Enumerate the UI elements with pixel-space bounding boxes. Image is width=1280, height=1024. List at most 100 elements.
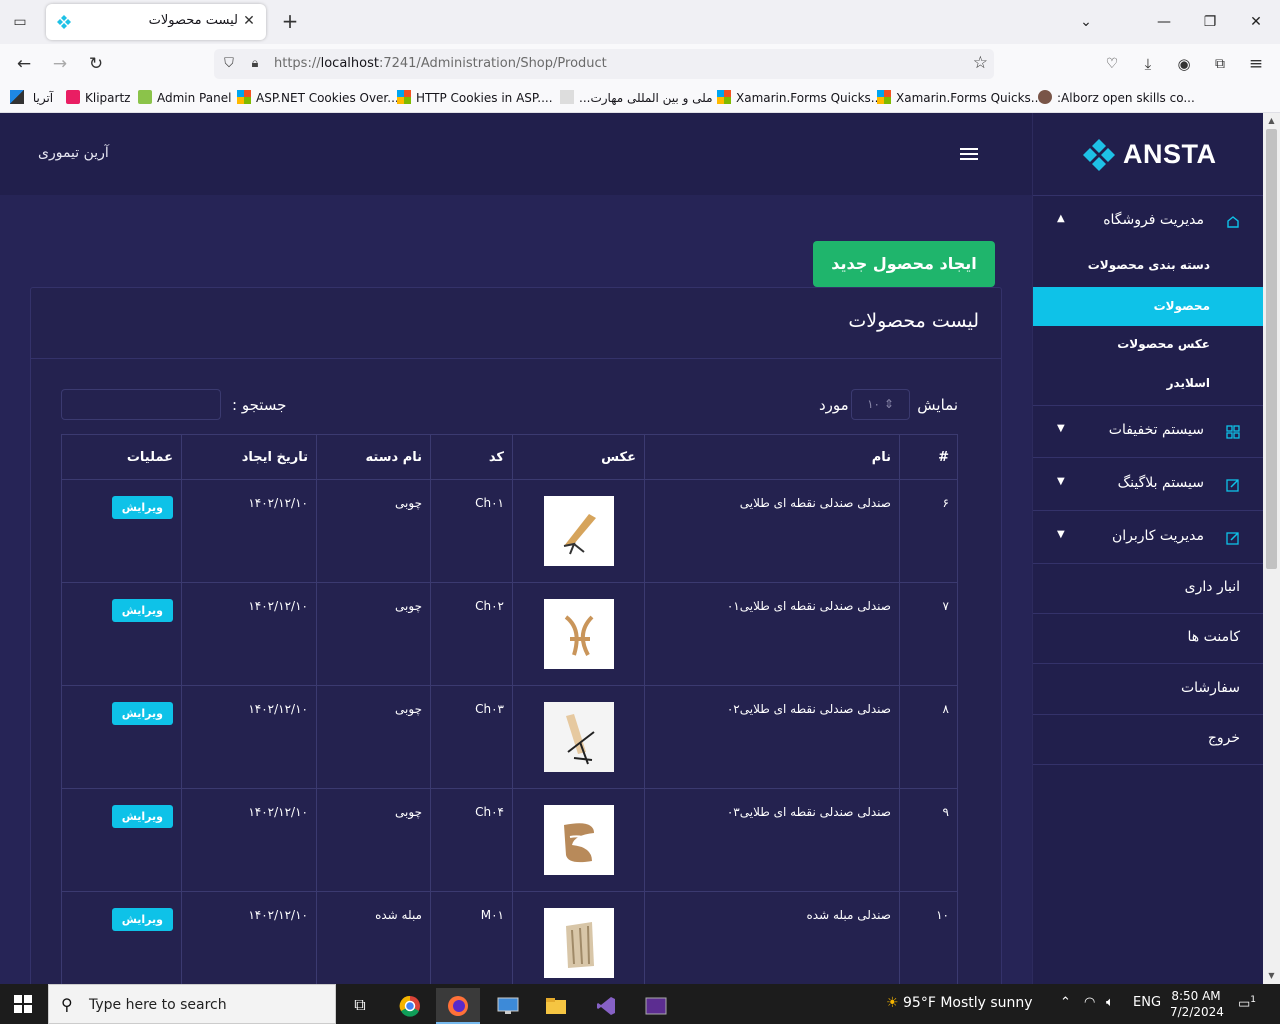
sidebar: ANSTA مدیریت فروشگاه ▲ دسته بندی محصولات… (1032, 113, 1263, 984)
created-date: ۱۴۰۲/۱۲/۱۰ (181, 479, 317, 583)
tab-overflow-chevron-icon[interactable]: ⌄ (1074, 10, 1098, 34)
column-header[interactable]: کد (430, 434, 513, 480)
page-size-select[interactable]: ۱۰ ⇕ (851, 389, 910, 420)
column-header[interactable]: عملیات (61, 434, 182, 480)
column-header[interactable]: نام دسته (316, 434, 431, 480)
tab-list-icon[interactable]: ▭ (10, 12, 30, 32)
product-name: صندلی صندلی نقطه ای طلایی (644, 479, 900, 583)
close-window-icon[interactable]: ✕ (1244, 10, 1268, 34)
sidebar-item-categories[interactable]: دسته بندی محصولات (1033, 246, 1263, 285)
bookmark-item[interactable]: Xamarin.Forms Quicks... (717, 90, 882, 105)
windows-start-icon[interactable] (14, 995, 32, 1013)
created-date: ۱۴۰۲/۱۲/۱۰ (181, 891, 317, 995)
back-icon[interactable]: ← (12, 52, 36, 76)
bookmark-item[interactable]: ASP.NET Cookies Over... (237, 90, 399, 105)
search-input[interactable] (61, 389, 221, 420)
minimize-icon[interactable]: — (1152, 10, 1176, 34)
reload-icon[interactable]: ↻ (84, 52, 108, 76)
edit-button[interactable]: ویرایش (111, 805, 173, 828)
visual-studio-icon[interactable] (584, 988, 628, 1024)
bookmark-item[interactable]: Klipartz (66, 90, 130, 105)
bookmark-item[interactable]: Xamarin.Forms Quicks... (877, 90, 1042, 105)
chevron-down-icon: ▼ (1057, 529, 1065, 540)
product-image[interactable] (543, 496, 614, 566)
language-indicator[interactable]: ENG (1133, 995, 1161, 1010)
pocket-icon[interactable]: ♡ (1100, 52, 1124, 76)
sidebar-group-users[interactable]: مدیریت کاربران ▼ (1033, 517, 1263, 557)
menu-icon[interactable]: ≡ (1244, 52, 1268, 76)
ansta-favicon-icon (57, 15, 71, 29)
sidebar-group-shop[interactable]: مدیریت فروشگاه ▲ (1033, 201, 1263, 241)
logo[interactable]: ANSTA (1081, 137, 1216, 173)
wifi-icon[interactable]: ◠ (1084, 995, 1095, 1010)
edit-icon (1226, 479, 1239, 492)
restore-icon[interactable]: ❐ (1198, 10, 1222, 34)
scroll-thumb[interactable] (1266, 129, 1277, 569)
sidebar-group-discounts[interactable]: سیستم تخفیفات ▼ (1033, 411, 1263, 451)
sidebar-item-orders[interactable]: سفارشات (1033, 665, 1263, 715)
remote-desktop-icon[interactable] (486, 988, 530, 1024)
hamburger-menu-icon[interactable] (960, 148, 978, 162)
lock-icon[interactable]: 🔒︎ (246, 55, 264, 73)
product-image[interactable] (543, 599, 614, 669)
sidebar-item-inventory[interactable]: انبار داری (1033, 564, 1263, 614)
table-row: ۸ صندلی صندلی نقطه ای طلایی۰۲ Ch۰۳ چوبی … (61, 685, 958, 789)
tray-chevron-icon[interactable]: ⌃ (1060, 995, 1071, 1010)
edit-button[interactable]: ویرایش (111, 702, 173, 725)
sidebar-group-blogging[interactable]: سیستم بلاگینگ ▼ (1033, 464, 1263, 504)
sidebar-item-comments[interactable]: کامنت ها (1033, 614, 1263, 664)
scroll-down-icon[interactable]: ▼ (1263, 968, 1280, 984)
shield-icon[interactable]: ⛉ (220, 55, 238, 73)
url-bar[interactable]: ⛉ 🔒︎ https://localhost:7241/Administrati… (214, 49, 994, 79)
scroll-up-icon[interactable]: ▲ (1263, 113, 1280, 129)
terminal-icon[interactable] (634, 988, 678, 1024)
bookmark-item[interactable]: :Alborz open skills co... (1038, 90, 1195, 105)
product-name: صندلی صندلی نقطه ای طلایی۰۲ (644, 685, 900, 789)
file-explorer-icon[interactable] (534, 988, 578, 1024)
product-category: مبله شده (316, 891, 431, 995)
sidebar-item-slider[interactable]: اسلایدر (1033, 364, 1263, 403)
download-icon[interactable]: ⤓ (1136, 52, 1160, 76)
column-header[interactable]: تاریخ ایجاد (181, 434, 317, 480)
user-name[interactable]: آرین تیموری (38, 145, 109, 161)
bookmark-item[interactable]: آتریا (10, 90, 53, 105)
extensions-icon[interactable]: ⧉ (1208, 52, 1232, 76)
browser-tab[interactable]: لیست محصولات ✕ (46, 4, 266, 40)
product-category: چوبی (316, 582, 431, 686)
product-image[interactable] (543, 908, 614, 978)
product-image[interactable] (543, 805, 614, 875)
edit-button[interactable]: ویرایش (111, 496, 173, 519)
sidebar-item-product-images[interactable]: عکس محصولات (1033, 325, 1263, 364)
task-view-icon[interactable]: ⧉ (338, 988, 382, 1024)
sidebar-item-products[interactable]: محصولات (1033, 287, 1263, 326)
edit-button[interactable]: ویرایش (111, 908, 173, 931)
sidebar-group-label: سیستم تخفیفات (1108, 422, 1204, 438)
chrome-icon[interactable] (388, 988, 432, 1024)
url-text[interactable]: https://localhost:7241/Administration/Sh… (274, 56, 607, 71)
column-header[interactable]: # (899, 434, 958, 480)
notifications-icon[interactable]: ▭1 (1238, 995, 1256, 1011)
sidebar-item-logout[interactable]: خروج (1033, 715, 1263, 765)
bookmark-item[interactable]: HTTP Cookies in ASP.... (397, 90, 553, 105)
account-icon[interactable]: ◉ (1172, 52, 1196, 76)
product-name: صندلی مبله شده (644, 891, 900, 995)
volume-icon[interactable]: 🔈︎ (1106, 995, 1114, 1010)
bookmark-item[interactable]: ...ملی و بین المللی مهارت (560, 90, 713, 105)
new-tab-icon[interactable]: + (280, 11, 300, 33)
firefox-icon[interactable] (436, 988, 480, 1024)
clock[interactable]: 8:50 AM 7/2/2024 (1170, 988, 1224, 1020)
create-product-button[interactable]: ایجاد محصول جدید (813, 241, 995, 287)
edit-button[interactable]: ویرایش (111, 599, 173, 622)
forward-icon[interactable]: → (48, 52, 72, 76)
bookmark-item[interactable]: Admin Panel (138, 90, 231, 105)
page-scrollbar[interactable]: ▲ ▼ (1263, 113, 1280, 984)
product-name: صندلی صندلی نقطه ای طلایی۰۱ (644, 582, 900, 686)
close-tab-icon[interactable]: ✕ (240, 12, 258, 30)
product-image[interactable] (543, 702, 614, 772)
column-header[interactable]: نام (644, 434, 900, 480)
taskbar-search[interactable]: ⚲ Type here to search (48, 984, 336, 1024)
weather-widget[interactable]: ☀ 95°F Mostly sunny (886, 995, 1033, 1011)
product-code: Ch۰۲ (430, 582, 513, 686)
bookmark-star-icon[interactable]: ☆ (973, 53, 988, 73)
column-header[interactable]: عکس (512, 434, 645, 480)
